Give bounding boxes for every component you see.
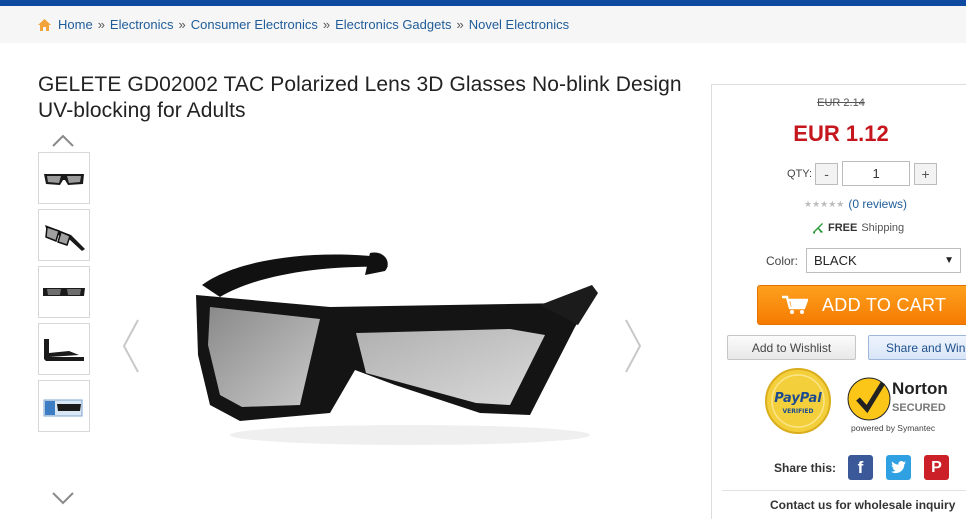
color-label: Color: <box>766 253 799 268</box>
quantity-stepper: QTY: - + <box>787 161 938 186</box>
breadcrumb-electronics[interactable]: Electronics <box>110 17 174 32</box>
plane-icon <box>813 223 823 234</box>
chevron-up-icon[interactable] <box>51 133 75 149</box>
qty-input[interactable] <box>842 161 911 186</box>
norton-seal-secured: SECURED <box>892 402 946 414</box>
norton-seal-powered: powered by Symantec <box>851 423 936 433</box>
paypal-verified-seal: PayPal VERIFIED <box>765 368 831 434</box>
breadcrumb-consumer-electronics[interactable]: Consumer Electronics <box>191 17 318 32</box>
color-select[interactable]: BLACK ▼ <box>806 248 962 273</box>
add-to-cart-button[interactable]: ADD TO CART <box>757 285 966 325</box>
product-main-image <box>196 252 598 445</box>
chevron-right-icon[interactable] <box>622 318 644 374</box>
caret-down-icon: ▼ <box>944 255 955 266</box>
divider <box>722 490 966 491</box>
old-price: EUR 2.14 <box>817 97 865 109</box>
qty-label: QTY: <box>787 167 813 180</box>
thumbnail-top[interactable] <box>38 266 90 318</box>
cart-icon <box>782 295 808 314</box>
norton-seal-name: Norton <box>892 379 948 398</box>
buy-box: EUR 2.14 EUR 1.12 QTY: - + ★★★★★ (0 revi… <box>711 84 966 519</box>
share-and-win-button[interactable]: Share and Win <box>868 335 966 360</box>
breadcrumb-electronics-gadgets[interactable]: Electronics Gadgets <box>335 17 451 32</box>
reviews-link[interactable]: (0 reviews) <box>848 197 907 211</box>
breadcrumb-separator: » <box>178 17 186 32</box>
facebook-icon[interactable]: f <box>848 455 874 480</box>
breadcrumb: Home » Electronics » Consumer Electronic… <box>0 6 966 43</box>
chevron-left-icon[interactable] <box>120 318 142 374</box>
rating-stars: ★★★★★ <box>804 198 845 209</box>
paypal-seal-name: PayPal <box>774 391 822 406</box>
current-price: EUR 1.12 <box>793 121 889 146</box>
share-label: Share this: <box>774 460 837 475</box>
product-title: GELETE GD02002 TAC Polarized Lens 3D Gla… <box>38 73 682 122</box>
breadcrumb-separator: » <box>322 17 331 32</box>
share-row: Share this: f P <box>774 455 962 480</box>
shipping-label: Shipping <box>861 222 905 234</box>
norton-secured-seal: Norton SECURED powered by Symantec <box>847 377 948 433</box>
add-to-cart-label: ADD TO CART <box>822 294 947 315</box>
thumbnail-side[interactable] <box>38 323 90 375</box>
chevron-down-icon[interactable] <box>51 490 75 506</box>
pinterest-icon[interactable]: P <box>924 455 950 480</box>
breadcrumb-separator: » <box>456 17 464 32</box>
add-to-wishlist-button[interactable]: Add to Wishlist <box>727 335 856 360</box>
color-row: Color: BLACK ▼ <box>766 248 962 273</box>
color-value: BLACK <box>814 253 857 268</box>
breadcrumb-novel-electronics[interactable]: Novel Electronics <box>469 17 569 32</box>
qty-plus-button[interactable]: + <box>914 162 938 185</box>
rating-row: ★★★★★ (0 reviews) <box>804 197 907 211</box>
breadcrumb-separator: » <box>97 17 105 32</box>
thumbnail-front[interactable] <box>38 152 90 204</box>
shipping-info: FREE Shipping <box>812 222 904 234</box>
home-icon <box>38 18 51 31</box>
thumbnail-angle[interactable] <box>38 209 90 261</box>
twitter-icon[interactable] <box>886 455 912 480</box>
wholesale-inquiry-link[interactable]: Contact us for wholesale inquiry <box>770 498 955 512</box>
thumbnail-list <box>38 152 90 437</box>
free-shipping-label: FREE <box>828 222 858 234</box>
paypal-seal-verified: VERIFIED <box>782 408 813 415</box>
breadcrumb-home[interactable]: Home <box>58 17 93 32</box>
thumbnail-package[interactable] <box>38 380 90 432</box>
qty-minus-button[interactable]: - <box>815 162 839 185</box>
